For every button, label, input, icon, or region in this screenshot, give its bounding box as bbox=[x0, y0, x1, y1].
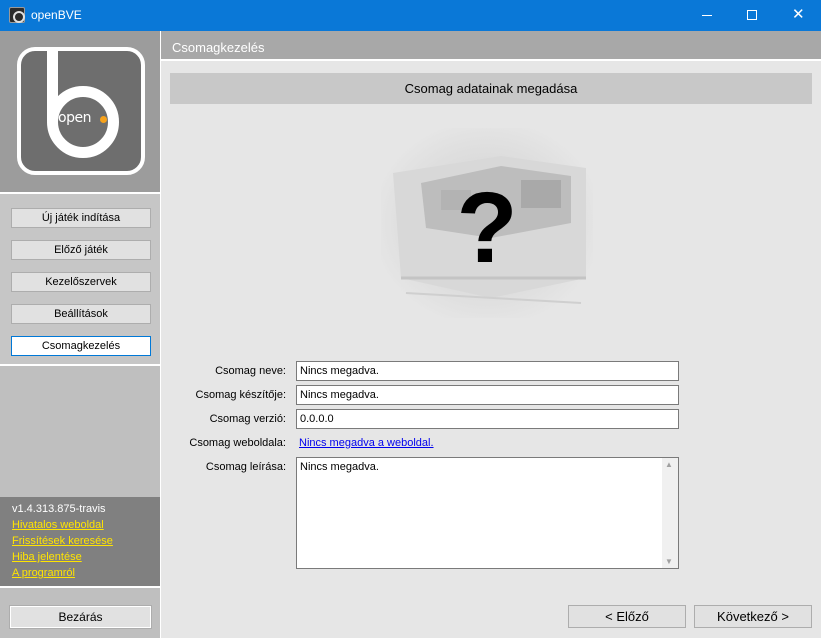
window-title: openBVE bbox=[31, 8, 82, 22]
scroll-down-icon[interactable]: ▼ bbox=[665, 557, 673, 566]
info-area: v1.4.313.875-travis Hivatalos weboldal F… bbox=[0, 497, 160, 586]
app-icon bbox=[9, 7, 25, 23]
logo-text: open bbox=[58, 110, 91, 126]
close-icon: ✕ bbox=[792, 6, 805, 23]
close-window-button[interactable]: ✕ bbox=[775, 0, 821, 31]
package-name-label: Csomag neve: bbox=[215, 365, 286, 377]
title-bar: openBVE ✕ bbox=[0, 0, 821, 31]
sidebar-spacer bbox=[0, 366, 160, 488]
minimize-button[interactable] bbox=[684, 0, 730, 31]
package-placeholder-image: ? bbox=[381, 128, 593, 318]
version-label: v1.4.313.875-travis bbox=[12, 503, 106, 515]
page-title: Csomagkezelés bbox=[161, 31, 821, 61]
logo-dot bbox=[100, 116, 107, 123]
maximize-button[interactable] bbox=[729, 0, 775, 31]
nav-area: Új játék indítása Előző játék Kezelőszer… bbox=[0, 194, 160, 364]
scroll-up-icon[interactable]: ▲ bbox=[665, 460, 673, 469]
nav-button-new-game[interactable]: Új játék indítása bbox=[11, 208, 151, 228]
maximize-icon bbox=[747, 10, 757, 20]
check-updates-link[interactable]: Frissítések keresése bbox=[12, 535, 113, 547]
minimize-icon bbox=[702, 15, 712, 16]
openbve-logo: open bbox=[17, 47, 145, 175]
nav-button-package-management[interactable]: Csomagkezelés bbox=[11, 336, 151, 356]
package-website-label: Csomag weboldala: bbox=[189, 437, 286, 449]
package-description-label: Csomag leírása: bbox=[205, 461, 286, 473]
nav-button-controls[interactable]: Kezelőszervek bbox=[11, 272, 151, 292]
description-scrollbar[interactable]: ▲ ▼ bbox=[662, 458, 678, 568]
package-author-field[interactable]: Nincs megadva. bbox=[296, 385, 679, 405]
close-button[interactable]: Bezárás bbox=[9, 605, 152, 629]
sidebar: open Új játék indítása Előző játék Kezel… bbox=[0, 31, 160, 638]
next-button[interactable]: Következő > bbox=[694, 605, 812, 628]
nav-button-previous-game[interactable]: Előző játék bbox=[11, 240, 151, 260]
logo-area: open bbox=[0, 31, 160, 192]
section-title: Csomag adatainak megadása bbox=[170, 73, 812, 104]
nav-button-settings[interactable]: Beállítások bbox=[11, 304, 151, 324]
package-version-field[interactable]: 0.0.0.0 bbox=[296, 409, 679, 429]
description-text: Nincs megadva. bbox=[300, 461, 379, 473]
close-area: Bezárás bbox=[0, 588, 160, 638]
question-mark-icon: ? bbox=[456, 172, 517, 284]
about-link[interactable]: A programról bbox=[12, 567, 75, 579]
package-name-field[interactable]: Nincs megadva. bbox=[296, 361, 679, 381]
report-bug-link[interactable]: Hiba jelentése bbox=[12, 551, 82, 563]
package-website-link[interactable]: Nincs megadva a weboldal. bbox=[299, 437, 434, 449]
main-panel: Csomagkezelés Csomag adatainak megadása … bbox=[160, 31, 821, 638]
official-website-link[interactable]: Hivatalos weboldal bbox=[12, 519, 104, 531]
package-author-label: Csomag készítője: bbox=[195, 389, 286, 401]
previous-button[interactable]: < Előző bbox=[568, 605, 686, 628]
package-description-field[interactable]: Nincs megadva. ▲ ▼ bbox=[296, 457, 679, 569]
package-version-label: Csomag verzió: bbox=[209, 413, 286, 425]
